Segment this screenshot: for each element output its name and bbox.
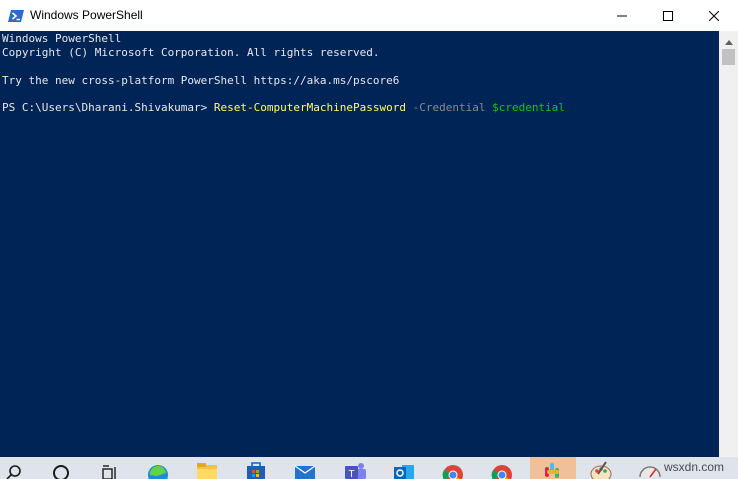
- close-button[interactable]: [691, 0, 737, 31]
- prompt-path: PS C:\Users\Dharani.Shivakumar>: [2, 101, 214, 114]
- taskbar-chrome-button[interactable]: [438, 457, 468, 479]
- minimize-button[interactable]: [599, 0, 645, 31]
- taskbar-search-button[interactable]: [0, 457, 30, 479]
- taskbar-teams-button[interactable]: T: [340, 457, 370, 479]
- console-line: Try the new cross-platform PowerShell ht…: [2, 74, 400, 87]
- minimize-icon: [617, 11, 627, 21]
- svg-text:T: T: [348, 469, 354, 479]
- watermark-text: wsxdn.com: [664, 460, 725, 474]
- command-name: Reset-ComputerMachinePassword: [213, 101, 406, 114]
- taskbar-slack-button[interactable]: [530, 457, 576, 479]
- taskbar-mail-button[interactable]: [290, 457, 320, 479]
- taskbar-chrome-button[interactable]: [487, 457, 517, 479]
- command-variable: $credential: [492, 101, 565, 114]
- window-title: Windows PowerShell: [30, 8, 143, 22]
- close-icon: [709, 10, 719, 21]
- taskbar-store-button[interactable]: [241, 457, 271, 479]
- taskbar-edge-button[interactable]: [143, 457, 173, 479]
- taskbar-file-explorer-button[interactable]: [192, 457, 222, 479]
- taskbar: T: [0, 457, 738, 479]
- powershell-icon: [8, 8, 24, 24]
- scroll-thumb[interactable]: [722, 49, 735, 65]
- scroll-up-button[interactable]: [719, 31, 738, 48]
- maximize-button[interactable]: [645, 0, 691, 31]
- console-line: Windows PowerShell: [2, 32, 122, 45]
- taskbar-cortana-button[interactable]: [46, 457, 76, 479]
- console-output[interactable]: Windows PowerShell Copyright (C) Microso…: [0, 31, 719, 457]
- taskbar-paint-button[interactable]: [586, 457, 616, 479]
- prompt-line[interactable]: PS C:\Users\Dharani.Shivakumar> Reset-Co…: [2, 101, 565, 115]
- vertical-scrollbar[interactable]: [719, 31, 738, 457]
- title-bar[interactable]: Windows PowerShell: [0, 0, 738, 32]
- chevron-up-icon: [724, 30, 733, 49]
- command-parameter: -Credential: [405, 101, 493, 114]
- taskbar-speedometer-button[interactable]: [635, 457, 665, 479]
- console-line: Copyright (C) Microsoft Corporation. All…: [2, 46, 380, 59]
- taskbar-task-view-button[interactable]: [95, 457, 125, 479]
- taskbar-outlook-button[interactable]: [389, 457, 419, 479]
- maximize-icon: [663, 10, 673, 21]
